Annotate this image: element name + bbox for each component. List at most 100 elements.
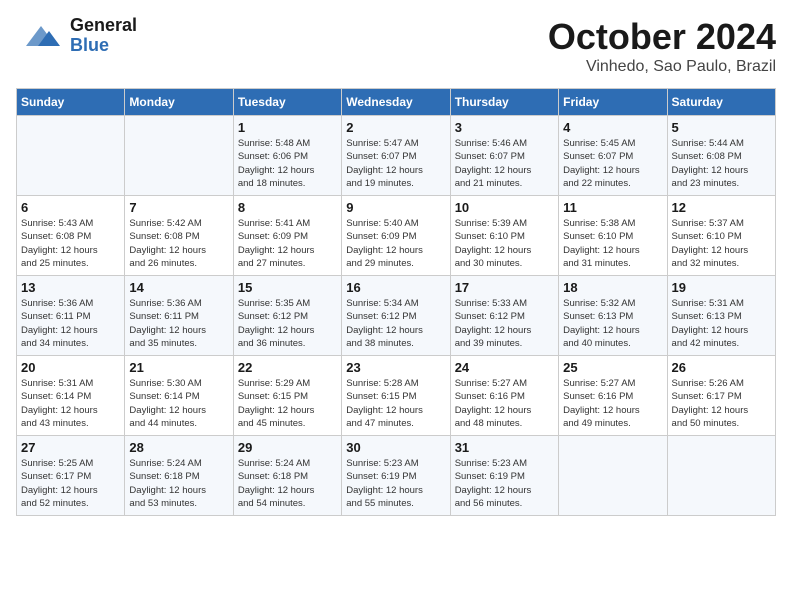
calendar-week-2: 6 Sunrise: 5:43 AM Sunset: 6:08 PM Daylig… xyxy=(17,196,776,276)
day-detail: Sunrise: 5:47 AM Sunset: 6:07 PM Dayligh… xyxy=(346,137,445,190)
day-detail: Sunrise: 5:38 AM Sunset: 6:10 PM Dayligh… xyxy=(563,217,662,270)
logo-general-text: General xyxy=(70,16,137,36)
calendar-cell: 24 Sunrise: 5:27 AM Sunset: 6:16 PM Dayli… xyxy=(450,356,558,436)
calendar-cell xyxy=(125,116,233,196)
calendar-cell: 20 Sunrise: 5:31 AM Sunset: 6:14 PM Dayli… xyxy=(17,356,125,436)
day-detail: Sunrise: 5:48 AM Sunset: 6:06 PM Dayligh… xyxy=(238,137,337,190)
calendar-cell: 14 Sunrise: 5:36 AM Sunset: 6:11 PM Dayli… xyxy=(125,276,233,356)
calendar-cell: 29 Sunrise: 5:24 AM Sunset: 6:18 PM Dayli… xyxy=(233,436,341,516)
day-number: 25 xyxy=(563,360,662,375)
calendar-cell: 21 Sunrise: 5:30 AM Sunset: 6:14 PM Dayli… xyxy=(125,356,233,436)
calendar-cell: 22 Sunrise: 5:29 AM Sunset: 6:15 PM Dayli… xyxy=(233,356,341,436)
day-detail: Sunrise: 5:29 AM Sunset: 6:15 PM Dayligh… xyxy=(238,377,337,430)
day-number: 28 xyxy=(129,440,228,455)
day-number: 10 xyxy=(455,200,554,215)
day-number: 17 xyxy=(455,280,554,295)
day-detail: Sunrise: 5:31 AM Sunset: 6:13 PM Dayligh… xyxy=(672,297,771,350)
day-detail: Sunrise: 5:37 AM Sunset: 6:10 PM Dayligh… xyxy=(672,217,771,270)
day-header-thursday: Thursday xyxy=(450,89,558,116)
day-detail: Sunrise: 5:33 AM Sunset: 6:12 PM Dayligh… xyxy=(455,297,554,350)
day-detail: Sunrise: 5:44 AM Sunset: 6:08 PM Dayligh… xyxy=(672,137,771,190)
day-number: 11 xyxy=(563,200,662,215)
calendar-cell: 15Sunrise: 5:35 AM Sunset: 6:12 PM Dayli… xyxy=(233,276,341,356)
calendar-cell: 12 Sunrise: 5:37 AM Sunset: 6:10 PM Dayli… xyxy=(667,196,775,276)
day-number: 1 xyxy=(238,120,337,135)
calendar-cell: 1 Sunrise: 5:48 AM Sunset: 6:06 PM Daylig… xyxy=(233,116,341,196)
day-number: 24 xyxy=(455,360,554,375)
day-detail: Sunrise: 5:35 AM Sunset: 6:12 PM Dayligh… xyxy=(238,297,337,350)
day-header-monday: Monday xyxy=(125,89,233,116)
day-detail: Sunrise: 5:34 AM Sunset: 6:12 PM Dayligh… xyxy=(346,297,445,350)
calendar-table: SundayMondayTuesdayWednesdayThursdayFrid… xyxy=(16,88,776,516)
day-number: 6 xyxy=(21,200,120,215)
calendar-cell: 9 Sunrise: 5:40 AM Sunset: 6:09 PM Daylig… xyxy=(342,196,450,276)
day-detail: Sunrise: 5:30 AM Sunset: 6:14 PM Dayligh… xyxy=(129,377,228,430)
day-detail: Sunrise: 5:27 AM Sunset: 6:16 PM Dayligh… xyxy=(563,377,662,430)
day-detail: Sunrise: 5:23 AM Sunset: 6:19 PM Dayligh… xyxy=(346,457,445,510)
day-detail: Sunrise: 5:24 AM Sunset: 6:18 PM Dayligh… xyxy=(129,457,228,510)
day-number: 30 xyxy=(346,440,445,455)
day-number: 8 xyxy=(238,200,337,215)
calendar-title: October 2024 xyxy=(548,16,776,58)
calendar-cell: 18Sunrise: 5:32 AM Sunset: 6:13 PM Dayli… xyxy=(559,276,667,356)
day-detail: Sunrise: 5:43 AM Sunset: 6:08 PM Dayligh… xyxy=(21,217,120,270)
calendar-cell: 23 Sunrise: 5:28 AM Sunset: 6:15 PM Dayli… xyxy=(342,356,450,436)
day-number: 12 xyxy=(672,200,771,215)
day-header-wednesday: Wednesday xyxy=(342,89,450,116)
calendar-cell xyxy=(17,116,125,196)
logo-icon xyxy=(16,16,66,56)
day-detail: Sunrise: 5:36 AM Sunset: 6:11 PM Dayligh… xyxy=(21,297,120,350)
calendar-cell: 7 Sunrise: 5:42 AM Sunset: 6:08 PM Daylig… xyxy=(125,196,233,276)
calendar-cell: 17 Sunrise: 5:33 AM Sunset: 6:12 PM Dayli… xyxy=(450,276,558,356)
day-detail: Sunrise: 5:27 AM Sunset: 6:16 PM Dayligh… xyxy=(455,377,554,430)
calendar-week-3: 13Sunrise: 5:36 AM Sunset: 6:11 PM Dayli… xyxy=(17,276,776,356)
calendar-body: 1 Sunrise: 5:48 AM Sunset: 6:06 PM Daylig… xyxy=(17,116,776,516)
day-number: 2 xyxy=(346,120,445,135)
day-detail: Sunrise: 5:46 AM Sunset: 6:07 PM Dayligh… xyxy=(455,137,554,190)
day-detail: Sunrise: 5:36 AM Sunset: 6:11 PM Dayligh… xyxy=(129,297,228,350)
day-detail: Sunrise: 5:31 AM Sunset: 6:14 PM Dayligh… xyxy=(21,377,120,430)
calendar-cell xyxy=(667,436,775,516)
day-number: 9 xyxy=(346,200,445,215)
day-detail: Sunrise: 5:41 AM Sunset: 6:09 PM Dayligh… xyxy=(238,217,337,270)
title-block: October 2024 Vinhedo, Sao Paulo, Brazil xyxy=(548,16,776,76)
logo-blue-text: Blue xyxy=(70,36,137,56)
calendar-cell: 25 Sunrise: 5:27 AM Sunset: 6:16 PM Dayli… xyxy=(559,356,667,436)
day-number: 23 xyxy=(346,360,445,375)
calendar-cell: 11 Sunrise: 5:38 AM Sunset: 6:10 PM Dayli… xyxy=(559,196,667,276)
day-detail: Sunrise: 5:24 AM Sunset: 6:18 PM Dayligh… xyxy=(238,457,337,510)
calendar-week-1: 1 Sunrise: 5:48 AM Sunset: 6:06 PM Daylig… xyxy=(17,116,776,196)
day-detail: Sunrise: 5:26 AM Sunset: 6:17 PM Dayligh… xyxy=(672,377,771,430)
day-number: 21 xyxy=(129,360,228,375)
calendar-cell xyxy=(559,436,667,516)
day-number: 31 xyxy=(455,440,554,455)
calendar-cell: 4 Sunrise: 5:45 AM Sunset: 6:07 PM Daylig… xyxy=(559,116,667,196)
day-detail: Sunrise: 5:28 AM Sunset: 6:15 PM Dayligh… xyxy=(346,377,445,430)
calendar-header-row: SundayMondayTuesdayWednesdayThursdayFrid… xyxy=(17,89,776,116)
day-detail: Sunrise: 5:40 AM Sunset: 6:09 PM Dayligh… xyxy=(346,217,445,270)
day-number: 4 xyxy=(563,120,662,135)
calendar-cell: 8 Sunrise: 5:41 AM Sunset: 6:09 PM Daylig… xyxy=(233,196,341,276)
logo: General Blue xyxy=(16,16,137,56)
day-number: 14 xyxy=(129,280,228,295)
day-detail: Sunrise: 5:39 AM Sunset: 6:10 PM Dayligh… xyxy=(455,217,554,270)
calendar-cell: 10 Sunrise: 5:39 AM Sunset: 6:10 PM Dayli… xyxy=(450,196,558,276)
day-number: 16 xyxy=(346,280,445,295)
calendar-cell: 2 Sunrise: 5:47 AM Sunset: 6:07 PM Daylig… xyxy=(342,116,450,196)
day-number: 29 xyxy=(238,440,337,455)
day-detail: Sunrise: 5:32 AM Sunset: 6:13 PM Dayligh… xyxy=(563,297,662,350)
day-detail: Sunrise: 5:25 AM Sunset: 6:17 PM Dayligh… xyxy=(21,457,120,510)
day-number: 20 xyxy=(21,360,120,375)
calendar-cell: 28 Sunrise: 5:24 AM Sunset: 6:18 PM Dayli… xyxy=(125,436,233,516)
day-number: 19 xyxy=(672,280,771,295)
day-header-tuesday: Tuesday xyxy=(233,89,341,116)
day-detail: Sunrise: 5:42 AM Sunset: 6:08 PM Dayligh… xyxy=(129,217,228,270)
day-number: 22 xyxy=(238,360,337,375)
calendar-cell: 3Sunrise: 5:46 AM Sunset: 6:07 PM Daylig… xyxy=(450,116,558,196)
day-number: 27 xyxy=(21,440,120,455)
calendar-cell: 5Sunrise: 5:44 AM Sunset: 6:08 PM Daylig… xyxy=(667,116,775,196)
day-number: 7 xyxy=(129,200,228,215)
day-detail: Sunrise: 5:45 AM Sunset: 6:07 PM Dayligh… xyxy=(563,137,662,190)
calendar-week-4: 20 Sunrise: 5:31 AM Sunset: 6:14 PM Dayli… xyxy=(17,356,776,436)
calendar-cell: 13Sunrise: 5:36 AM Sunset: 6:11 PM Dayli… xyxy=(17,276,125,356)
